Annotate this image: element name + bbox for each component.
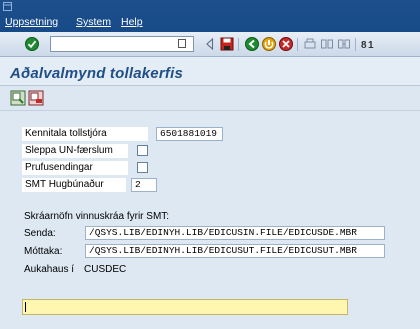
- command-field[interactable]: [50, 36, 194, 52]
- prufu-checkbox[interactable]: [137, 162, 148, 173]
- toolbar-separator: [355, 38, 356, 51]
- smt-label: SMT Hugbúnaður: [22, 178, 126, 192]
- page-title: Aðalvalmynd tollakerfis: [10, 65, 183, 82]
- back-icon[interactable]: [244, 36, 260, 52]
- title-bar: Aðalvalmynd tollakerfis: [0, 57, 420, 86]
- senda-field[interactable]: /QSYS.LIB/EDINYH.LIB/EDICUSIN.FILE/EDICU…: [85, 226, 385, 240]
- command-dropdown-icon[interactable]: [178, 39, 186, 48]
- aukahaus-label: Aukahaus í: [24, 264, 75, 275]
- selection-screen: Kennitala tollstjóra 6501881019 Sleppa U…: [0, 111, 420, 329]
- svg-text:8: 8: [361, 40, 367, 51]
- toolbar-separator: [297, 38, 298, 51]
- print-icon[interactable]: [302, 36, 318, 52]
- back-arrow-icon[interactable]: [202, 36, 218, 52]
- prufu-label: Prufusendingar: [22, 161, 128, 175]
- mottaka-label: Móttaka:: [24, 246, 63, 257]
- save-icon[interactable]: [219, 36, 235, 52]
- menu-system[interactable]: System: [76, 16, 111, 28]
- kennitala-label: Kennitala tollstjóra: [22, 127, 148, 141]
- sap-window-icon[interactable]: [3, 2, 13, 12]
- kennitala-field[interactable]: 6501881019: [156, 127, 223, 141]
- text-cursor: [25, 302, 26, 312]
- senda-label: Senda:: [24, 228, 56, 239]
- aukahaus-value: CUSDEC: [84, 264, 127, 275]
- toolbar-separator: [238, 38, 239, 51]
- sleppa-checkbox[interactable]: [137, 145, 148, 156]
- menu-help[interactable]: Help: [121, 16, 143, 28]
- find-next-icon[interactable]: [336, 36, 352, 52]
- delete-icon[interactable]: [28, 90, 44, 106]
- standard-toolbar: 8 1: [0, 32, 420, 57]
- entry-input[interactable]: [22, 299, 348, 315]
- menu-bar: Uppsetning System Help: [0, 0, 420, 32]
- menu-uppsetning[interactable]: Uppsetning: [5, 16, 58, 28]
- svg-text:1: 1: [368, 40, 374, 51]
- first-page-icon[interactable]: 8 1: [360, 36, 376, 52]
- application-toolbar: [0, 86, 420, 111]
- cancel-icon[interactable]: [278, 36, 294, 52]
- execute-icon[interactable]: [10, 90, 26, 106]
- exit-icon[interactable]: [261, 36, 277, 52]
- smt-field[interactable]: 2: [131, 178, 157, 192]
- sleppa-label: Sleppa UN-færslum: [22, 144, 128, 158]
- enter-icon[interactable]: [24, 36, 40, 52]
- find-icon[interactable]: [319, 36, 335, 52]
- mottaka-field[interactable]: /QSYS.LIB/EDINYH.LIB/EDICUSUT.FILE/EDICU…: [85, 244, 385, 258]
- files-heading: Skráarnöfn vinnuskráa fyrir SMT:: [24, 211, 170, 222]
